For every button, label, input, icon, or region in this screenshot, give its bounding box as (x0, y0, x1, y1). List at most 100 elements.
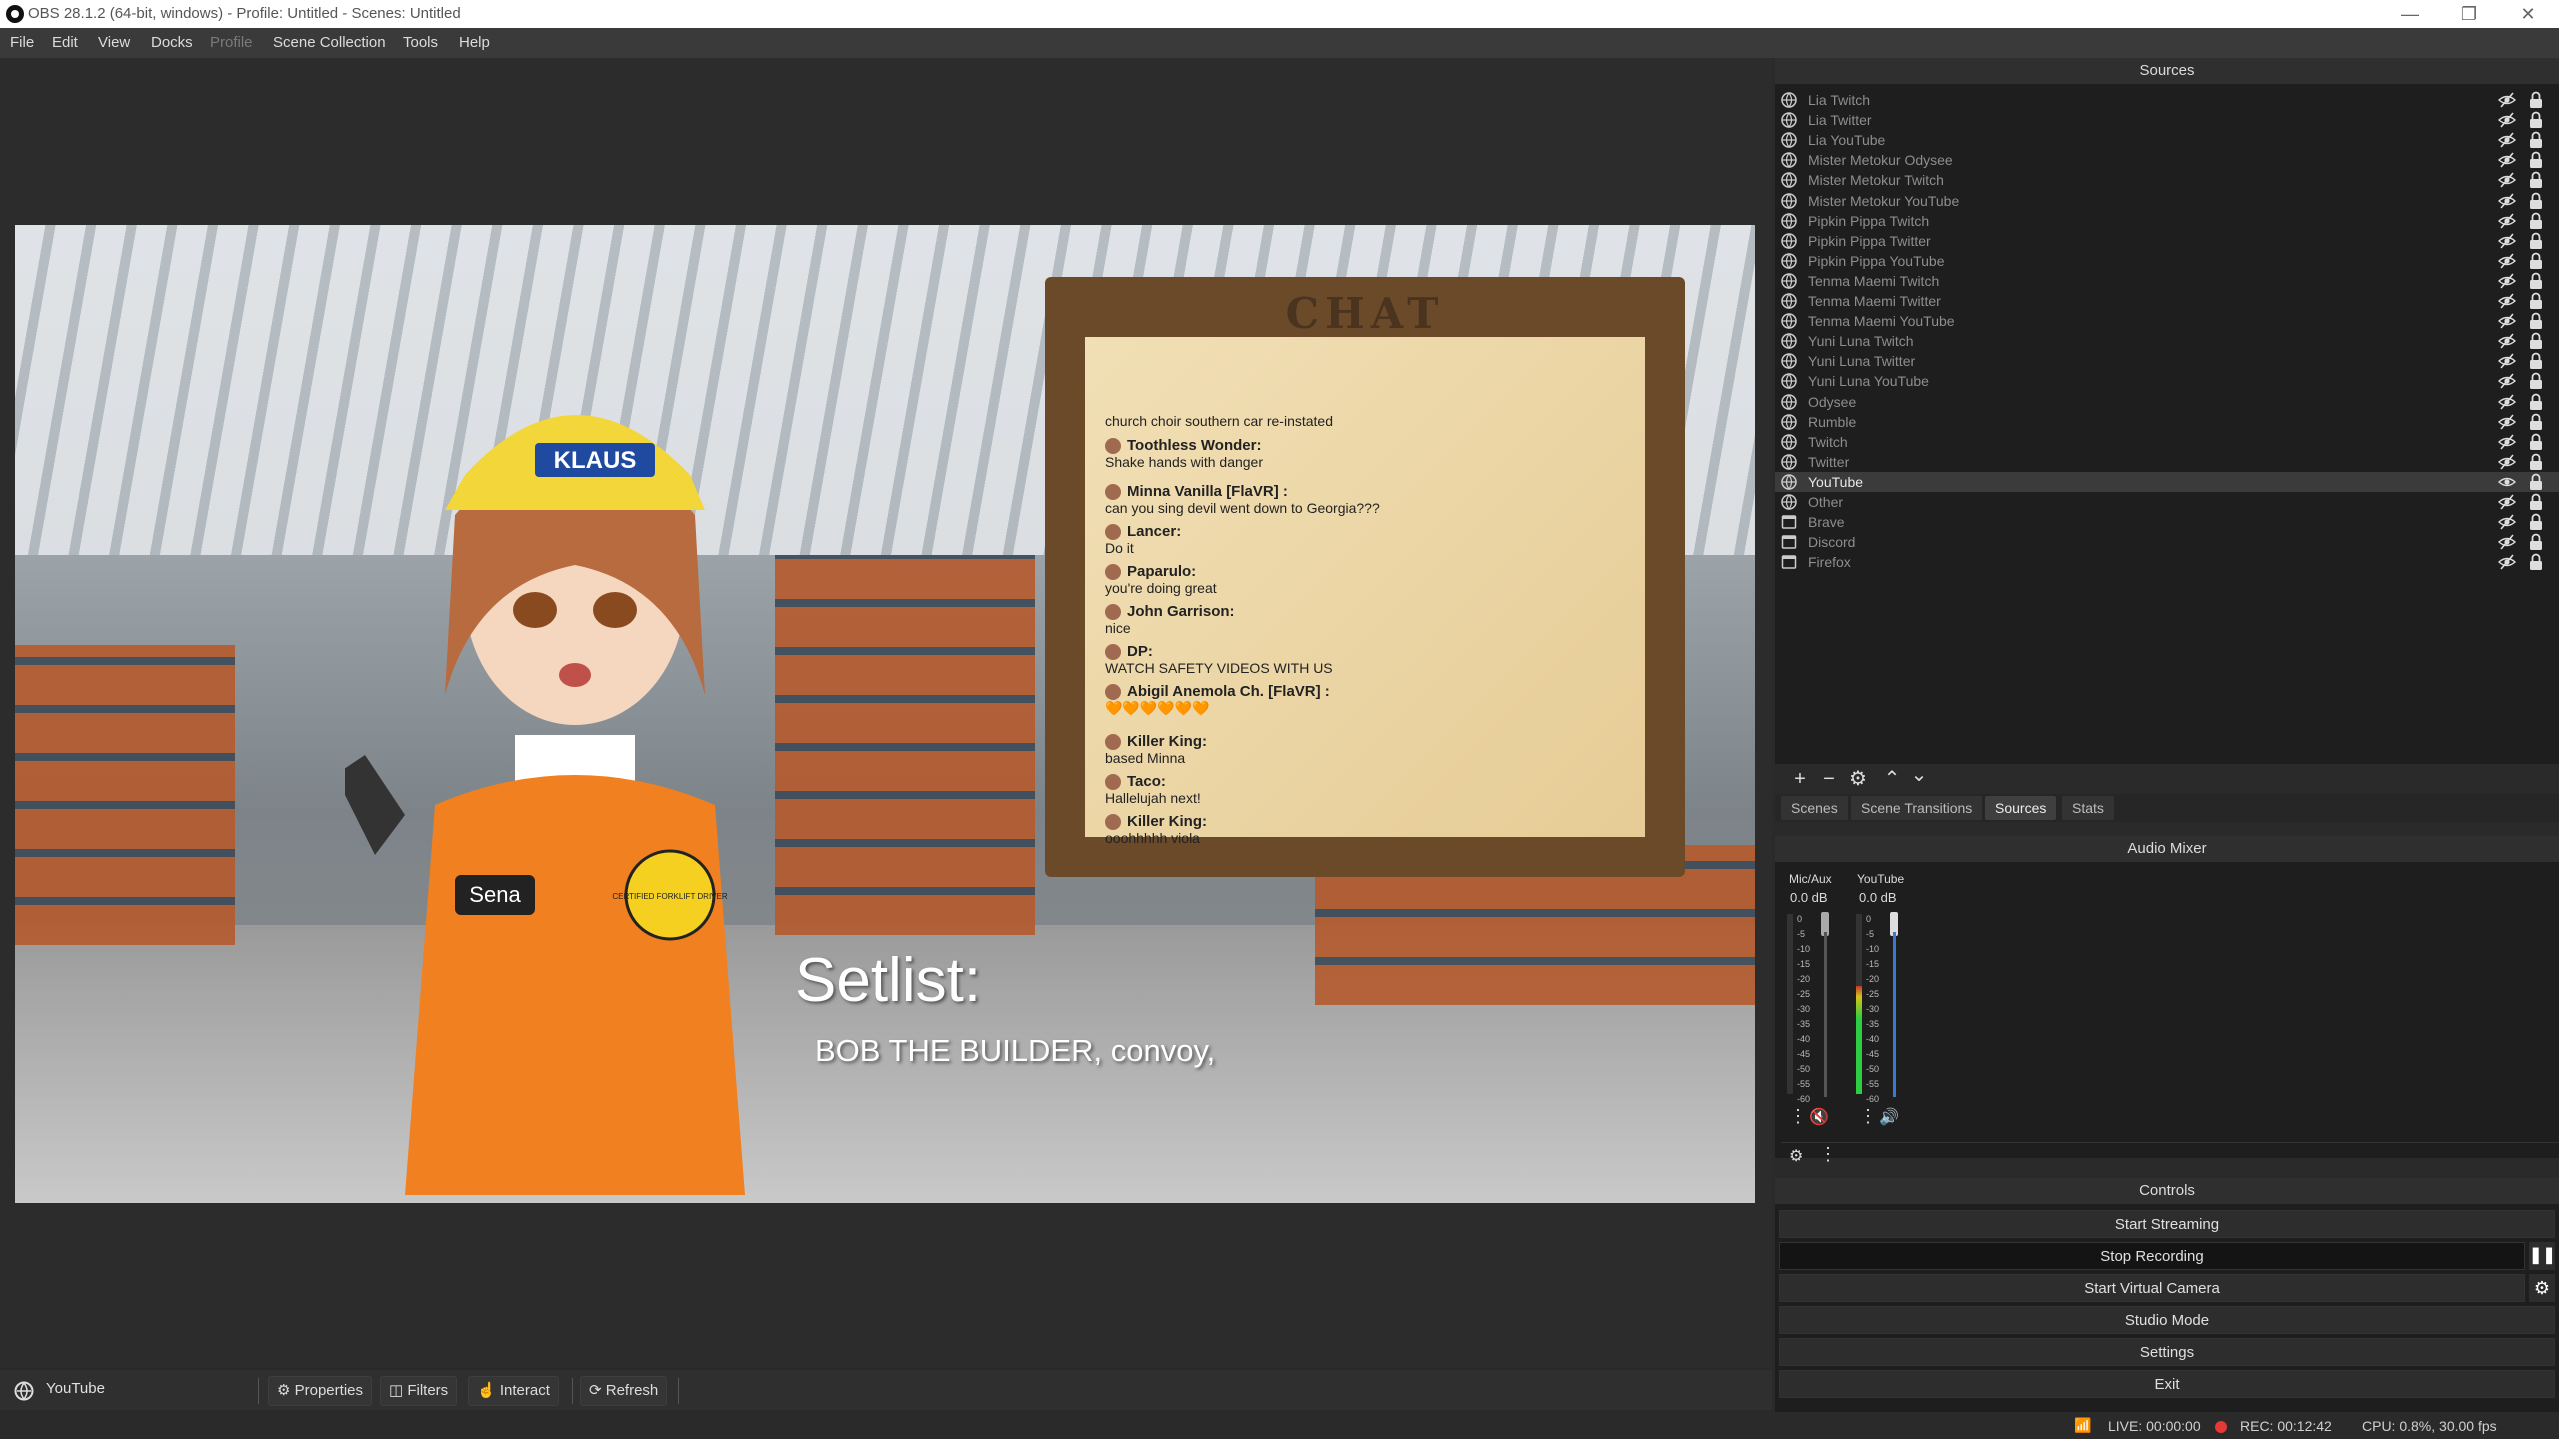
program-preview[interactable]: CHAT church choir southern car re-instat… (15, 225, 1755, 1203)
lock-icon[interactable] (2528, 192, 2544, 210)
lock-icon[interactable] (2528, 212, 2544, 230)
eye-hidden-icon[interactable] (2498, 111, 2516, 129)
source-item[interactable]: Other (1775, 492, 2559, 512)
eye-hidden-icon[interactable] (2498, 393, 2516, 411)
minimize-icon[interactable]: — (2381, 0, 2439, 28)
tab-stats[interactable]: Stats (2062, 796, 2114, 820)
tab-scenes[interactable]: Scenes (1781, 796, 1848, 820)
lock-icon[interactable] (2528, 91, 2544, 109)
source-item[interactable]: Pipkin Pippa Twitch (1775, 211, 2559, 231)
source-item[interactable]: Firefox (1775, 552, 2559, 572)
eye-hidden-icon[interactable] (2498, 91, 2516, 109)
remove-source-icon[interactable]: − (1818, 768, 1840, 790)
eye-hidden-icon[interactable] (2498, 493, 2516, 511)
source-item[interactable]: Pipkin Pippa Twitter (1775, 231, 2559, 251)
properties-button[interactable]: ⚙ Properties (268, 1376, 372, 1406)
lock-icon[interactable] (2528, 413, 2544, 431)
menu-profile[interactable]: Profile (200, 28, 263, 58)
source-item[interactable]: Twitter (1775, 452, 2559, 472)
lock-icon[interactable] (2528, 312, 2544, 330)
eye-hidden-icon[interactable] (2498, 171, 2516, 189)
eye-hidden-icon[interactable] (2498, 131, 2516, 149)
source-item[interactable]: Rumble (1775, 412, 2559, 432)
eye-hidden-icon[interactable] (2498, 312, 2516, 330)
menu-view[interactable]: View (88, 28, 140, 58)
source-item[interactable]: Lia Twitter (1775, 110, 2559, 130)
source-item[interactable]: Yuni Luna Twitch (1775, 331, 2559, 351)
eye-hidden-icon[interactable] (2498, 332, 2516, 350)
eye-hidden-icon[interactable] (2498, 252, 2516, 270)
eye-hidden-icon[interactable] (2498, 212, 2516, 230)
eye-hidden-icon[interactable] (2498, 433, 2516, 451)
refresh-button[interactable]: ⟳ Refresh (580, 1376, 668, 1406)
source-item[interactable]: Mister Metokur Odysee (1775, 150, 2559, 170)
eye-hidden-icon[interactable] (2498, 192, 2516, 210)
lock-icon[interactable] (2528, 131, 2544, 149)
source-item[interactable]: Mister Metokur YouTube (1775, 191, 2559, 211)
source-item[interactable]: Pipkin Pippa YouTube (1775, 251, 2559, 271)
source-item[interactable]: Mister Metokur Twitch (1775, 170, 2559, 190)
lock-icon[interactable] (2528, 473, 2544, 491)
interact-button[interactable]: ☝ Interact (468, 1376, 559, 1406)
sources-list[interactable]: Lia Twitch Lia Twitter Lia YouTube Mister M… (1775, 84, 2559, 764)
source-item[interactable]: Tenma Maemi YouTube (1775, 311, 2559, 331)
speaker-icon[interactable]: 🔊 (1879, 1107, 1899, 1127)
lock-icon[interactable] (2528, 272, 2544, 290)
restore-icon[interactable]: ❐ (2440, 0, 2498, 28)
lock-icon[interactable] (2528, 171, 2544, 189)
lock-icon[interactable] (2528, 111, 2544, 129)
menu-edit[interactable]: Edit (42, 28, 88, 58)
lock-icon[interactable] (2528, 553, 2544, 571)
source-item[interactable]: Tenma Maemi Twitch (1775, 271, 2559, 291)
menu-tools[interactable]: Tools (393, 28, 448, 58)
filters-button[interactable]: ◫ Filters (380, 1376, 458, 1406)
source-item[interactable]: Yuni Luna Twitter (1775, 351, 2559, 371)
source-item[interactable]: YouTube (1775, 471, 2559, 492)
lock-icon[interactable] (2528, 393, 2544, 411)
eye-hidden-icon[interactable] (2498, 533, 2516, 551)
volume-slider-track[interactable] (1824, 932, 1827, 1097)
lock-icon[interactable] (2528, 372, 2544, 390)
channel-menu-icon[interactable]: ⋮ (1859, 1106, 1877, 1127)
eye-hidden-icon[interactable] (2498, 413, 2516, 431)
stop-recording-button[interactable]: Stop Recording (1779, 1242, 2525, 1270)
move-down-icon[interactable]: ⌄ (1908, 764, 1930, 786)
lock-icon[interactable] (2528, 252, 2544, 270)
studio-mode-button[interactable]: Studio Mode (1779, 1306, 2555, 1334)
eye-icon[interactable] (2498, 473, 2516, 491)
add-source-icon[interactable]: + (1789, 768, 1811, 790)
lock-icon[interactable] (2528, 292, 2544, 310)
lock-icon[interactable] (2528, 433, 2544, 451)
tab-scene-transitions[interactable]: Scene Transitions (1851, 796, 1983, 820)
source-item[interactable]: Tenma Maemi Twitter (1775, 291, 2559, 311)
menu-scene-collection[interactable]: Scene Collection (263, 28, 396, 58)
lock-icon[interactable] (2528, 493, 2544, 511)
source-item[interactable]: Lia YouTube (1775, 130, 2559, 150)
start-virtual-camera-button[interactable]: Start Virtual Camera (1779, 1274, 2525, 1302)
exit-button[interactable]: Exit (1779, 1370, 2555, 1398)
eye-hidden-icon[interactable] (2498, 372, 2516, 390)
lock-icon[interactable] (2528, 533, 2544, 551)
lock-icon[interactable] (2528, 332, 2544, 350)
eye-hidden-icon[interactable] (2498, 232, 2516, 250)
source-item[interactable]: Lia Twitch (1775, 90, 2559, 110)
muted-speaker-icon[interactable]: 🔇 (1809, 1107, 1829, 1127)
source-item[interactable]: Twitch (1775, 432, 2559, 452)
settings-button[interactable]: Settings (1779, 1338, 2555, 1366)
source-item[interactable]: Brave (1775, 512, 2559, 532)
menu-docks[interactable]: Docks (141, 28, 203, 58)
eye-hidden-icon[interactable] (2498, 151, 2516, 169)
lock-icon[interactable] (2528, 513, 2544, 531)
pause-recording-icon[interactable]: ❚❚ (2529, 1242, 2556, 1270)
start-streaming-button[interactable]: Start Streaming (1779, 1210, 2555, 1238)
source-item[interactable]: Discord (1775, 532, 2559, 552)
menu-file[interactable]: File (0, 28, 44, 58)
advanced-audio-gear-icon[interactable]: ⚙ (1789, 1146, 1803, 1166)
lock-icon[interactable] (2528, 232, 2544, 250)
move-up-icon[interactable]: ⌃ (1881, 768, 1903, 790)
mixer-menu-icon[interactable]: ⋮ (1819, 1144, 1837, 1165)
menu-help[interactable]: Help (449, 28, 500, 58)
eye-hidden-icon[interactable] (2498, 272, 2516, 290)
eye-hidden-icon[interactable] (2498, 292, 2516, 310)
eye-hidden-icon[interactable] (2498, 513, 2516, 531)
